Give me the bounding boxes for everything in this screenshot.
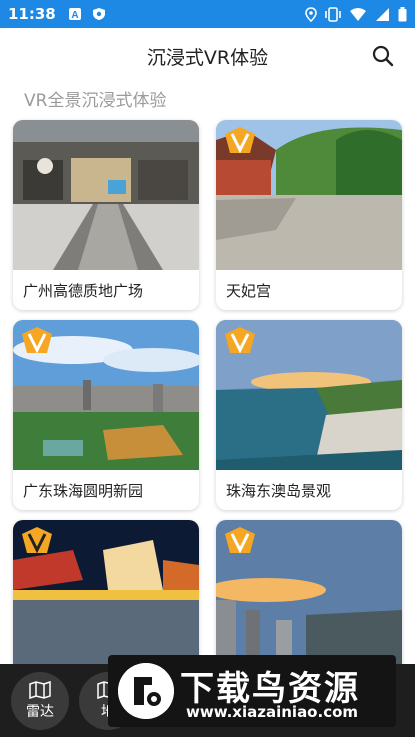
search-icon[interactable] <box>371 44 395 68</box>
shield-icon <box>92 8 105 20</box>
vip-badge-icon <box>225 127 255 154</box>
battery-icon <box>398 6 407 21</box>
vr-card[interactable]: 广东珠海圆明新园 <box>13 320 199 510</box>
app-header: 沉浸式VR体验 <box>0 28 415 84</box>
watermark-banner: 下载鸟资源 www.xiazainiao.com <box>108 655 396 727</box>
map-icon <box>29 681 51 699</box>
card-label: 广州高德质地广场 <box>23 282 144 300</box>
card-label: 珠海东澳岛景观 <box>226 482 332 500</box>
vr-card[interactable]: 天妃宫 <box>216 120 402 310</box>
signal-icon <box>376 7 389 21</box>
bird-logo-icon <box>118 663 174 719</box>
app-notification-icon: A <box>68 8 81 21</box>
vr-card[interactable]: 珠海东澳岛景观 <box>216 320 402 510</box>
status-time: 11:38 <box>8 5 56 23</box>
nav-item-radar[interactable]: 雷达 <box>11 672 69 730</box>
wifi-icon <box>350 7 366 21</box>
vip-badge-icon <box>22 327 52 354</box>
vip-badge-icon <box>225 327 255 354</box>
section-title: VR全景沉浸式体验 <box>24 91 167 111</box>
vip-badge-icon <box>225 527 255 554</box>
location-icon <box>305 6 317 22</box>
page-title: 沉浸式VR体验 <box>146 46 269 69</box>
svg-text:A: A <box>71 10 78 21</box>
vr-card[interactable]: 广州高德质地广场 <box>13 120 199 310</box>
watermark-url: www.xiazainiao.com <box>186 703 359 721</box>
nav-label: 雷达 <box>26 704 54 720</box>
card-image <box>13 120 199 270</box>
status-bar: 11:38 A <box>0 0 415 28</box>
card-label: 广东珠海圆明新园 <box>23 482 144 500</box>
vip-badge-icon <box>22 527 52 554</box>
card-label: 天妃宫 <box>226 282 272 300</box>
vibrate-icon <box>325 6 341 22</box>
